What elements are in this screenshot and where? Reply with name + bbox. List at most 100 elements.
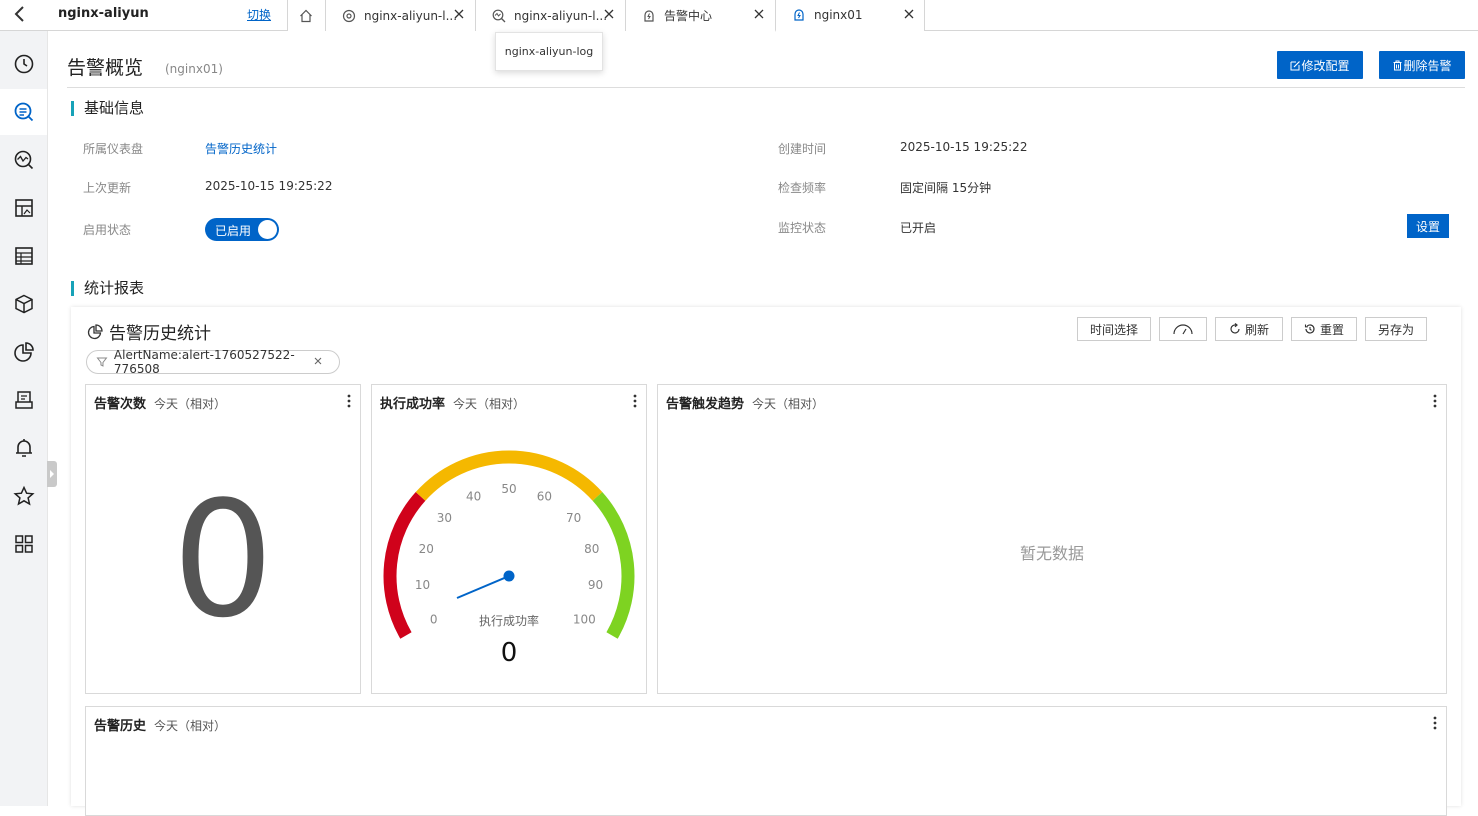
close-icon[interactable]	[903, 8, 915, 20]
home-icon	[299, 9, 313, 23]
gauge-hub	[503, 570, 515, 582]
enabled-toggle[interactable]: 已启用	[205, 218, 279, 241]
gauge-tick-label: 90	[588, 578, 603, 592]
section-title-basic-info: 基础信息	[71, 101, 144, 116]
gauge-tick-label: 80	[584, 542, 599, 556]
tab-alert-center[interactable]: 告警中心	[625, 0, 775, 31]
dashboard-title-text: 告警历史统计	[109, 324, 211, 344]
settings-button[interactable]: 设置	[1407, 214, 1449, 238]
reset-label: 重置	[1319, 322, 1344, 337]
close-icon[interactable]	[453, 8, 465, 20]
sidebar-collapse-handle[interactable]	[47, 461, 57, 487]
sidebar-item-charts[interactable]	[0, 329, 47, 375]
sidebar-item-search[interactable]	[0, 89, 47, 135]
gauge-tick-label: 50	[501, 482, 516, 496]
edit-config-button[interactable]: 修改配置	[1277, 51, 1363, 79]
gauge-tick-label: 60	[537, 490, 552, 504]
gauge-tick-label: 0	[430, 613, 438, 627]
sidebar	[0, 31, 48, 806]
save-as-button[interactable]: 另存为	[1365, 317, 1427, 341]
panel-time-range: 今天（相对）	[154, 397, 227, 411]
time-select-button[interactable]: 时间选择	[1077, 317, 1151, 341]
clock-icon	[14, 54, 33, 74]
sidebar-item-apps[interactable]	[0, 521, 47, 567]
gauge-tick-label: 20	[419, 542, 434, 556]
more-vertical-icon[interactable]	[1432, 393, 1438, 409]
bell-icon	[15, 439, 32, 457]
sidebar-item-table[interactable]	[0, 233, 47, 279]
panel-time-range: 今天（相对）	[453, 397, 526, 411]
table-icon	[14, 247, 33, 265]
dashboard-icon	[14, 199, 33, 217]
tab-nginx01[interactable]: nginx01	[775, 0, 925, 32]
speedometer-icon	[1173, 324, 1193, 335]
check-frequency-label: 检查频率	[778, 181, 827, 195]
cube-icon	[14, 294, 33, 314]
panel-alert-history: 告警历史 今天（相对）	[85, 706, 1447, 816]
gauge-tick-label: 70	[566, 511, 581, 525]
pie-chart-icon	[13, 342, 34, 362]
gauge-tick-label: 100	[573, 613, 596, 627]
edit-config-label: 修改配置	[1301, 58, 1350, 73]
logstore-icon	[342, 9, 356, 23]
more-vertical-icon[interactable]	[1432, 715, 1438, 731]
panel-success-rate: 执行成功率 今天（相对） 0 10 20 30 40 50 60 70 80 90 100 执行成功…	[371, 384, 647, 694]
monitor-status-label: 监控状态	[778, 221, 827, 235]
check-frequency-value: 固定间隔 15分钟	[900, 181, 992, 195]
sidebar-item-monitor[interactable]	[0, 137, 47, 183]
switch-project-link[interactable]: 切换	[247, 6, 271, 23]
tab-label: nginx-aliyun-l...	[364, 8, 458, 23]
tab-search[interactable]: nginx-aliyun-l...	[475, 0, 625, 31]
time-select-label: 时间选择	[1089, 322, 1138, 337]
panel-header: 告警触发趋势 今天（相对）	[666, 393, 824, 412]
search-list-icon	[14, 102, 33, 122]
created-time-value: 2025-10-15 19:25:22	[900, 140, 1028, 154]
updated-time-label: 上次更新	[83, 181, 132, 195]
created-time-label: 创建时间	[778, 142, 827, 156]
refresh-button[interactable]: 刷新	[1215, 317, 1283, 341]
tab-label: 告警中心	[664, 9, 713, 23]
sidebar-item-recent[interactable]	[0, 41, 47, 87]
panel-time-range: 今天（相对）	[752, 397, 825, 411]
panel-time-range: 今天（相对）	[154, 719, 227, 733]
close-icon[interactable]	[603, 8, 615, 20]
gauge-arc-low	[383, 492, 426, 639]
page-title: 告警概览	[67, 57, 144, 79]
dashboard-link[interactable]: 告警历史统计	[205, 140, 277, 157]
sidebar-item-alerts[interactable]	[0, 425, 47, 471]
panel-header: 告警次数 今天（相对）	[94, 393, 226, 412]
tab-home[interactable]	[287, 0, 325, 31]
gauge-label: 执行成功率	[479, 613, 539, 628]
delete-alert-button[interactable]: 删除告警	[1379, 51, 1465, 79]
filter-icon	[96, 357, 108, 367]
report-icon	[14, 391, 33, 409]
close-icon[interactable]	[753, 8, 765, 20]
project-name: nginx-aliyun	[58, 6, 149, 21]
sidebar-item-resources[interactable]	[0, 281, 47, 327]
search-chart-icon	[492, 9, 506, 23]
close-icon[interactable]	[313, 356, 323, 366]
more-vertical-icon[interactable]	[632, 393, 638, 409]
tab-divider	[924, 0, 925, 31]
grid-icon	[14, 535, 33, 553]
save-as-label: 另存为	[1377, 322, 1414, 337]
alert-bell-icon	[642, 9, 656, 23]
reset-button[interactable]: 重置	[1291, 317, 1357, 341]
panel-header: 告警历史 今天（相对）	[94, 715, 226, 734]
back-arrow-icon[interactable]	[10, 4, 34, 26]
refresh-label: 刷新	[1244, 322, 1269, 337]
sidebar-item-dashboard[interactable]	[0, 185, 47, 231]
history-reset-icon	[1304, 324, 1315, 334]
sidebar-item-favorites[interactable]	[0, 473, 47, 519]
dashboard-label: 所属仪表盘	[83, 142, 144, 156]
filter-chip[interactable]: AlertName:alert-1760527522-776508	[86, 348, 340, 376]
sidebar-item-reports[interactable]	[0, 377, 47, 423]
panel-title: 告警触发趋势	[666, 397, 745, 412]
tab-label: nginx-aliyun-l...	[514, 8, 608, 23]
more-vertical-icon[interactable]	[346, 393, 352, 409]
tab-logstore[interactable]: nginx-aliyun-l...	[325, 0, 475, 31]
dashboard-title: 告警历史统计	[87, 319, 211, 344]
alert-count-value: 0	[172, 466, 274, 653]
page-subtitle: (nginx01)	[165, 62, 223, 76]
auto-refresh-button[interactable]	[1159, 317, 1207, 341]
